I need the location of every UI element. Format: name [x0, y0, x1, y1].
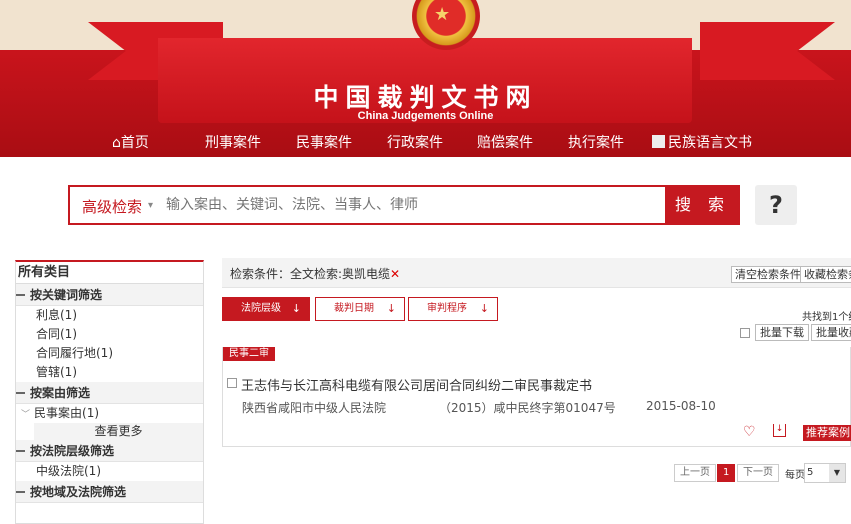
- search-bar: 高级检索 ▾ 搜 索: [68, 185, 740, 225]
- case-date: 2015-08-10: [646, 399, 716, 413]
- batch-download-button[interactable]: 批量下载: [755, 324, 809, 341]
- search-condition: 检索条件：全文检索:奥凯电缆✕: [230, 267, 401, 281]
- case-number: （2015）咸中民终字第01047号: [439, 401, 616, 415]
- filter-section-keyword[interactable]: 按关键词筛选: [16, 284, 203, 306]
- sort-court-level[interactable]: 法院层级 ↓: [222, 297, 310, 321]
- nav-item-compensation[interactable]: 赔偿案件: [477, 132, 533, 152]
- chevron-down-icon[interactable]: ﹀: [21, 410, 30, 420]
- case-title-link[interactable]: 王志伟与长江高科电缆有限公司居间合同纠纷二审民事裁定书: [241, 375, 592, 394]
- search-input[interactable]: [166, 193, 656, 217]
- search-condition-bar: 检索条件：全文检索:奥凯电缆✕ 清空检索条件 收藏检索条件: [222, 258, 851, 288]
- filter-item[interactable]: 中级法院(1): [16, 462, 203, 481]
- view-more-link[interactable]: 查看更多: [34, 423, 203, 440]
- collapse-icon: [16, 491, 25, 493]
- site-subtitle: China Judgements Online: [357, 110, 494, 122]
- case-court: 陕西省咸阳市中级人民法院: [242, 401, 387, 415]
- filter-section-region[interactable]: 按地域及法院筛选: [16, 481, 203, 503]
- filter-item[interactable]: 管辖(1): [16, 363, 203, 382]
- recommend-case-button[interactable]: 推荐案例: [803, 425, 851, 441]
- nav-item-civil[interactable]: 民事案件: [296, 132, 352, 152]
- collapse-icon: [16, 450, 25, 452]
- case-checkbox[interactable]: [227, 378, 237, 388]
- site-title: 中国裁判文书网: [313, 83, 538, 112]
- clear-conditions-button[interactable]: 清空检索条件: [731, 266, 805, 283]
- download-icon[interactable]: ↓: [773, 424, 786, 437]
- document-icon: [652, 135, 665, 148]
- remove-condition-icon[interactable]: ✕: [390, 267, 400, 281]
- sort-judgement-date[interactable]: 裁判日期 ↓: [315, 297, 405, 321]
- per-page-select[interactable]: 5 ▼: [804, 463, 846, 483]
- site-banner: ★ 中国裁判文书网 China Judgements Online ⌂首页 刑事…: [0, 0, 851, 157]
- nav-item-ethnic-language[interactable]: 民族语言文书: [652, 132, 752, 152]
- case-card: 民事二审 王志伟与长江高科电缆有限公司居间合同纠纷二审民事裁定书 陕西省咸阳市中…: [222, 347, 851, 447]
- filter-item[interactable]: 利息(1): [16, 306, 203, 325]
- arrow-down-icon: ↓: [479, 302, 489, 315]
- chevron-down-icon[interactable]: ▾: [148, 200, 153, 211]
- main-nav: ⌂首页 刑事案件 民事案件 行政案件 赔偿案件 执行案件 民族语言文书: [0, 132, 851, 154]
- save-conditions-button[interactable]: 收藏检索条件: [800, 266, 851, 283]
- collapse-icon: [16, 294, 25, 296]
- search-button[interactable]: 搜 索: [665, 187, 740, 223]
- filter-item[interactable]: 合同(1): [16, 325, 203, 344]
- results-panel: 检索条件：全文检索:奥凯电缆✕ 清空检索条件 收藏检索条件 法院层级↓ 裁判日期…: [222, 258, 851, 524]
- arrow-down-icon: ↓: [386, 302, 396, 315]
- sort-trial-procedure[interactable]: 审判程序 ↓: [408, 297, 498, 321]
- nav-item-home[interactable]: ⌂首页: [112, 132, 149, 152]
- nav-item-execution[interactable]: 执行案件: [568, 132, 624, 152]
- filter-section-court-level[interactable]: 按法院层级筛选: [16, 440, 203, 462]
- filter-item[interactable]: 合同履行地(1): [16, 344, 203, 363]
- nav-item-administrative[interactable]: 行政案件: [387, 132, 443, 152]
- batch-favorite-button[interactable]: 批量收藏: [811, 324, 851, 341]
- collapse-icon: [16, 392, 25, 394]
- arrow-down-icon: ↓: [291, 302, 301, 315]
- prev-page-button[interactable]: 上一页: [674, 464, 716, 482]
- filter-section-cause[interactable]: 按案由筛选: [16, 382, 203, 404]
- case-type-badge: 民事二审: [223, 347, 275, 361]
- next-page-button[interactable]: 下一页: [737, 464, 779, 482]
- page-number[interactable]: 1: [717, 464, 736, 482]
- home-icon: ⌂: [112, 135, 121, 151]
- per-page-label: 每页: [785, 470, 805, 481]
- select-all-checkbox[interactable]: [740, 328, 750, 338]
- sidebar-title: 所有类目: [16, 262, 203, 284]
- advanced-search-toggle[interactable]: 高级检索: [82, 196, 142, 217]
- favorite-heart-icon[interactable]: ♡: [743, 424, 756, 440]
- filter-sidebar: 所有类目 按关键词筛选 利息(1) 合同(1) 合同履行地(1) 管辖(1) 按…: [15, 260, 204, 524]
- chevron-down-icon: ▼: [829, 464, 845, 482]
- result-count: 共找到1个结果: [802, 312, 851, 323]
- help-button[interactable]: ?: [755, 185, 797, 225]
- filter-item[interactable]: ﹀ 民事案由(1): [16, 404, 203, 423]
- nav-item-criminal[interactable]: 刑事案件: [205, 132, 261, 152]
